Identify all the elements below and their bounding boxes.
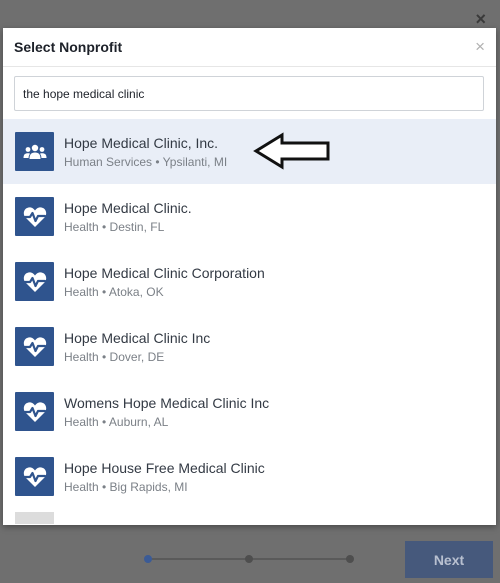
select-nonprofit-modal: Select Nonprofit × Hope Medical Clinic, … [3, 28, 496, 525]
item-subtitle: Health • Destin, FL [64, 220, 165, 234]
modal-title: Select Nonprofit [14, 39, 123, 55]
item-subtitle: Health • Dover, DE [64, 350, 165, 364]
item-subtitle: Health • Atoka, OK [64, 285, 164, 299]
list-item-2[interactable]: Hope Medical Clinic Corporation Health •… [3, 249, 496, 314]
list-item-5[interactable]: Hope House Free Medical Clinic Health • … [3, 444, 496, 509]
heart-pulse-icon [15, 392, 54, 431]
item-name: Hope House Free Medical Clinic [64, 460, 265, 476]
close-icon[interactable]: × [475, 38, 485, 55]
list-item-1[interactable]: Hope Medical Clinic. Health • Destin, FL [3, 184, 496, 249]
background-close-icon: × [475, 9, 486, 29]
heart-pulse-icon [15, 197, 54, 236]
people-icon [15, 132, 54, 171]
list-item-partial[interactable] [3, 509, 496, 525]
item-name: Hope Medical Clinic Corporation [64, 265, 265, 281]
item-name: Hope Medical Clinic Inc [64, 330, 211, 346]
partial-icon [15, 512, 54, 524]
modal-header: Select Nonprofit × [3, 28, 496, 67]
item-name: Hope Medical Clinic. [64, 200, 192, 216]
wizard-footer: Next [0, 525, 500, 583]
nonprofit-results-list[interactable]: Hope Medical Clinic, Inc. Human Services… [3, 119, 496, 525]
list-item-4[interactable]: Womens Hope Medical Clinic Inc Health • … [3, 379, 496, 444]
list-item-0[interactable]: Hope Medical Clinic, Inc. Human Services… [3, 119, 496, 184]
search-input[interactable] [14, 76, 484, 111]
item-subtitle: Health • Auburn, AL [64, 415, 169, 429]
item-name: Hope Medical Clinic, Inc. [64, 135, 219, 151]
item-name: Womens Hope Medical Clinic Inc [64, 395, 270, 411]
left-arrow-annotation-icon [253, 131, 333, 176]
heart-pulse-icon [15, 262, 54, 301]
step-dot-1 [144, 555, 152, 563]
heart-pulse-icon [15, 457, 54, 496]
list-item-3[interactable]: Hope Medical Clinic Inc Health • Dover, … [3, 314, 496, 379]
step-dot-3 [346, 555, 354, 563]
item-subtitle: Human Services • Ypsilanti, MI [64, 155, 228, 169]
search-wrapper [3, 67, 496, 120]
next-button[interactable]: Next [405, 541, 493, 578]
heart-pulse-icon [15, 327, 54, 366]
item-subtitle: Health • Big Rapids, MI [64, 480, 188, 494]
step-dot-2 [245, 555, 253, 563]
